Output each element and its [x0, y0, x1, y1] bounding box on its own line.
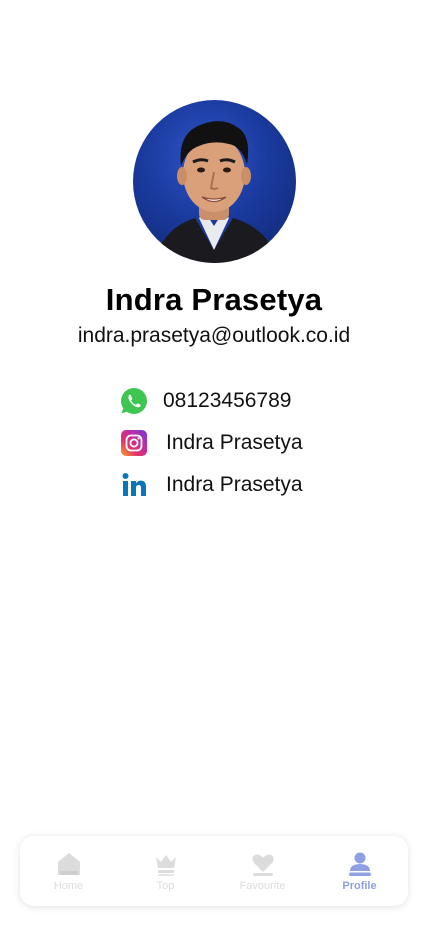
nav-favourite-label: Favourite [239, 879, 286, 892]
instagram-icon [118, 427, 150, 459]
whatsapp-number: 08123456789 [163, 389, 292, 412]
instagram-handle: Indra Prasetya [166, 431, 303, 454]
profile-screen: Indra Prasetya indra.prasetya@outlook.co… [0, 0, 428, 926]
nav-top-label: Top [156, 879, 175, 892]
heart-icon [251, 854, 274, 876]
profile-name: Indra Prasetya [105, 282, 323, 317]
bottom-nav: Home Top Favourite Profile [20, 836, 408, 906]
user-icon [348, 852, 371, 876]
contact-linkedin[interactable]: Indra Prasetya [118, 469, 303, 501]
nav-profile-label: Profile [342, 879, 377, 892]
nav-home-label: Home [53, 879, 84, 892]
contact-instagram[interactable]: Indra Prasetya [118, 427, 303, 459]
contact-whatsapp[interactable]: 08123456789 [118, 385, 291, 417]
nav-home[interactable]: Home [24, 851, 114, 892]
profile-avatar [133, 100, 296, 263]
avatar-photo [153, 121, 279, 263]
crown-icon [155, 854, 176, 876]
whatsapp-icon [118, 385, 150, 417]
profile-email: indra.prasetya@outlook.co.id [77, 324, 351, 347]
nav-favourite[interactable]: Favourite [218, 851, 308, 892]
linkedin-icon [118, 469, 150, 501]
linkedin-name: Indra Prasetya [166, 473, 303, 496]
home-icon [57, 852, 80, 875]
nav-profile[interactable]: Profile [315, 851, 405, 892]
nav-top[interactable]: Top [121, 851, 211, 892]
